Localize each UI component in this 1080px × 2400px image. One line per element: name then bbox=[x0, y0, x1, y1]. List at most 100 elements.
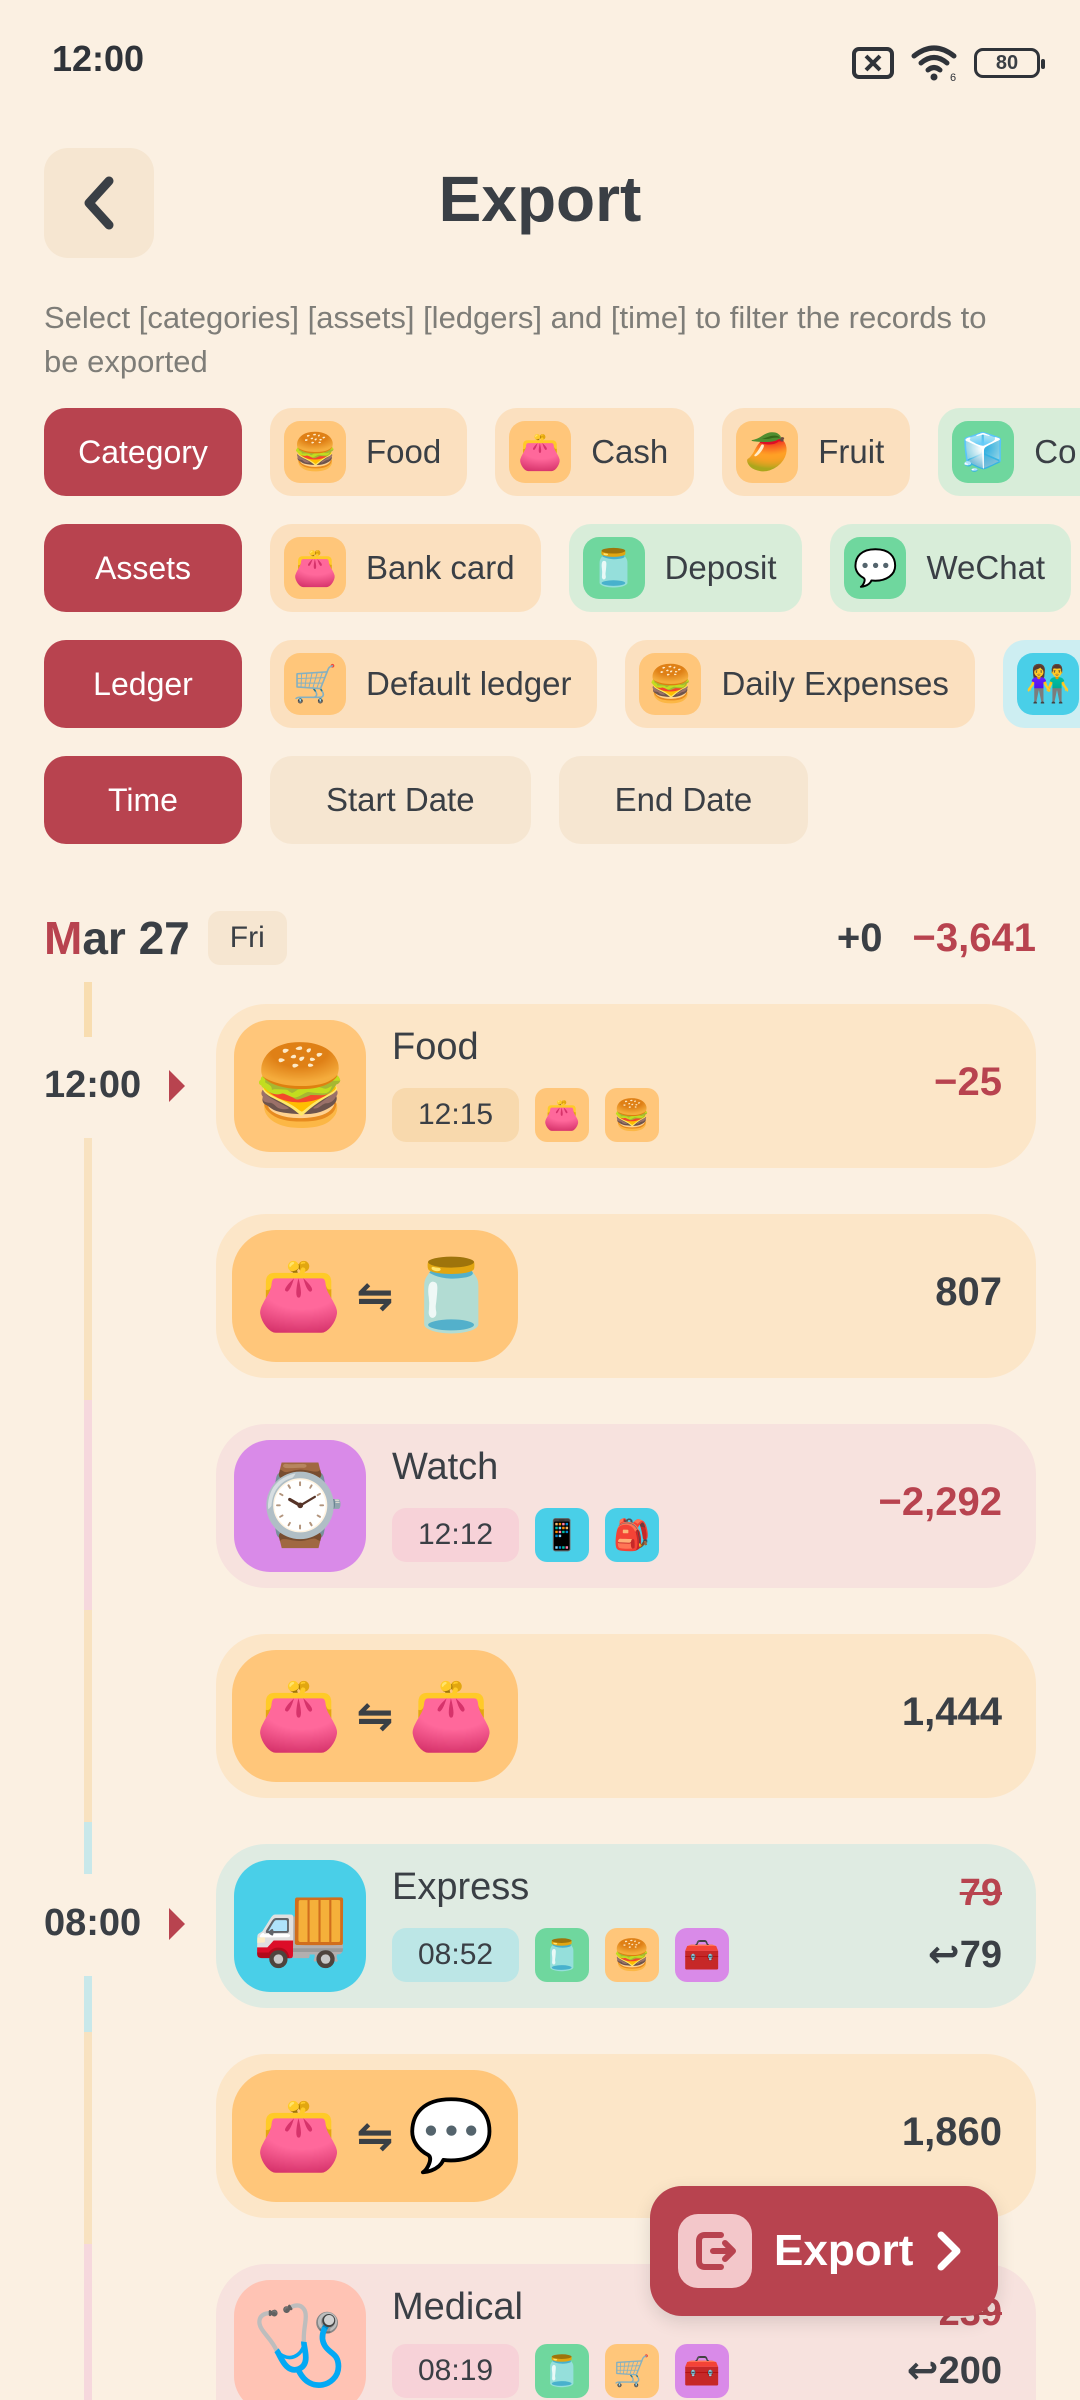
swap-arrows-icon: ⇋ bbox=[356, 2111, 394, 2161]
record-amount: 1,860 bbox=[901, 2110, 1002, 2154]
record-time: 08:19 bbox=[392, 2344, 520, 2398]
transfer-record-card[interactable]: 👛 ⇋ 🫙 807 bbox=[216, 1214, 1036, 1378]
date-rest: ar 27 bbox=[82, 912, 190, 964]
end-date-button[interactable]: End Date bbox=[558, 756, 809, 844]
cash-wallet-icon: 👛 bbox=[255, 1676, 343, 1754]
record-card[interactable]: 🍔 Food 12:15 👛 🍔 −25 bbox=[216, 1004, 1036, 1168]
svg-text:6: 6 bbox=[950, 72, 956, 82]
chip-asset-wechat[interactable]: 💬 WeChat bbox=[830, 524, 1072, 612]
burger-icon: 🍔 bbox=[234, 1020, 366, 1152]
chip-category-partial[interactable]: 🧊 Co bbox=[938, 408, 1080, 496]
record-amount-refund: ↩79 bbox=[928, 1932, 1002, 1977]
time-filter-label[interactable]: Time bbox=[44, 756, 242, 844]
timeline-segment bbox=[84, 2032, 92, 2244]
toolbox-icon: 🧰 bbox=[675, 1928, 730, 1982]
page-title: Export bbox=[438, 163, 642, 235]
stethoscope-heart-icon: 🩺 bbox=[234, 2280, 366, 2400]
weekday-badge: Fri bbox=[207, 911, 287, 965]
battery-indicator: 80 bbox=[974, 48, 1045, 78]
money-jar-icon: 🫙 bbox=[535, 1928, 590, 1982]
assets-filter-label[interactable]: Assets bbox=[44, 524, 242, 612]
status-icons: 6 80 bbox=[852, 44, 1045, 82]
wallet-icon: 👛 bbox=[535, 1088, 590, 1142]
export-button[interactable]: Export bbox=[650, 2186, 998, 2316]
record-card[interactable]: ⌚ Watch 12:12 📱 🎒 −2,292 bbox=[216, 1424, 1036, 1588]
chip-category-cash[interactable]: 👛 Cash bbox=[495, 408, 695, 496]
chip-asset-deposit[interactable]: 🫙 Deposit bbox=[568, 524, 803, 612]
category-filter-row: Category 🍔 Food 👛 Cash 🥭 Fruit 🧊 Co bbox=[44, 408, 1080, 496]
refund-icon: ↩ bbox=[927, 1934, 960, 1976]
chip-ledger-daily-expenses[interactable]: 🍔 Daily Expenses bbox=[625, 640, 975, 728]
chip-asset-bank-card[interactable]: 👛 Bank card bbox=[270, 524, 541, 612]
chip-ledger-partial[interactable]: 👫 bbox=[1002, 640, 1080, 728]
wallet-card-icon: 👛 bbox=[407, 1676, 495, 1754]
record-amount: 807 bbox=[935, 1270, 1002, 1314]
toolbox-icon: 🧰 bbox=[675, 2344, 730, 2398]
ledger-filter-row: Ledger 🛒 Default ledger 🍔 Daily Expenses… bbox=[44, 640, 1080, 728]
wallet-card-icon: 👛 bbox=[255, 1256, 343, 1334]
day-date: Mar 27 bbox=[44, 911, 190, 965]
record-time: 12:12 bbox=[392, 1508, 520, 1562]
category-filter-label[interactable]: Category bbox=[44, 408, 242, 496]
burger-icon: 🍔 bbox=[639, 653, 702, 715]
record-meta: 12:12 📱 🎒 bbox=[392, 1508, 660, 1562]
record-title: Watch bbox=[392, 1446, 499, 1488]
mango-icon: 🥭 bbox=[736, 421, 799, 483]
time-filter-row: Time Start Date End Date bbox=[44, 756, 809, 844]
swap-arrows-icon: ⇋ bbox=[356, 1691, 394, 1741]
chevron-right-icon bbox=[937, 2231, 961, 2271]
chip-label: Fruit bbox=[818, 433, 885, 470]
transfer-pill: 👛 ⇋ 💬 bbox=[232, 2070, 518, 2202]
chip-label: Food bbox=[366, 433, 442, 470]
transfer-pill: 👛 ⇋ 👛 bbox=[232, 1650, 518, 1782]
record-card[interactable]: 🚚 Express 08:52 🫙 🍔 🧰 79 ↩79 bbox=[216, 1844, 1036, 2008]
transfer-pill: 👛 ⇋ 🫙 bbox=[232, 1230, 518, 1362]
record-time: 12:15 bbox=[392, 1088, 520, 1142]
burger-icon: 🍔 bbox=[605, 1928, 660, 1982]
burger-icon: 🍔 bbox=[605, 1088, 660, 1142]
wechat-icon: 💬 bbox=[844, 537, 907, 599]
assets-filter-row: Assets 👛 Bank card 🫙 Deposit 💬 WeChat bbox=[44, 524, 1072, 612]
timeline-segment bbox=[84, 1610, 92, 1822]
status-time: 12:00 bbox=[52, 38, 145, 79]
shopping-cart-icon: 🛒 bbox=[284, 653, 346, 715]
people-icon: 👫 bbox=[1016, 653, 1079, 715]
chip-ledger-default[interactable]: 🛒 Default ledger bbox=[270, 640, 598, 728]
export-button-label: Export bbox=[774, 2226, 914, 2275]
phone-money-icon: 📱 bbox=[535, 1508, 590, 1562]
chip-label: Co bbox=[1034, 433, 1077, 470]
delivery-person-icon: 🚚 bbox=[234, 1860, 366, 1992]
status-bar: 12:00 6 80 bbox=[0, 0, 1080, 120]
time-group-label: 12:00 bbox=[44, 1064, 186, 1107]
timeline-segment bbox=[84, 1138, 92, 1400]
timeline-segment bbox=[84, 1400, 92, 1610]
record-amount-refund: ↩200 bbox=[907, 2348, 1002, 2393]
day-totals: +0 −3,641 bbox=[837, 916, 1036, 961]
record-title: Food bbox=[392, 1026, 479, 1068]
record-amount: −2,292 bbox=[878, 1480, 1002, 1524]
record-meta: 12:15 👛 🍔 bbox=[392, 1088, 660, 1142]
burger-icon: 🍔 bbox=[284, 421, 346, 483]
timeline-marker-icon bbox=[169, 1907, 186, 1940]
chip-label: Cash bbox=[591, 433, 669, 470]
chip-label: WeChat bbox=[926, 549, 1046, 586]
start-date-button[interactable]: Start Date bbox=[270, 756, 531, 844]
money-jar-icon: 🫙 bbox=[582, 537, 645, 599]
timeline-marker-icon bbox=[169, 1069, 186, 1102]
timeline-segment bbox=[84, 1822, 92, 1874]
appliance-icon: 🧊 bbox=[952, 421, 1015, 483]
wallet-card-icon: 👛 bbox=[284, 537, 346, 599]
chip-label: Deposit bbox=[664, 549, 777, 586]
refund-value: 200 bbox=[938, 2350, 1002, 2392]
smartwatch-icon: ⌚ bbox=[234, 1440, 366, 1572]
refund-value: 79 bbox=[959, 1934, 1002, 1976]
chip-category-food[interactable]: 🍔 Food bbox=[270, 408, 468, 496]
filter-hint: Select [categories] [assets] [ledgers] a… bbox=[44, 300, 987, 379]
chip-category-fruit[interactable]: 🥭 Fruit bbox=[722, 408, 911, 496]
export-icon bbox=[678, 2214, 752, 2288]
date-first-letter: M bbox=[44, 912, 83, 964]
transfer-record-card[interactable]: 👛 ⇋ 👛 1,444 bbox=[216, 1634, 1036, 1798]
time-group-text: 12:00 bbox=[44, 1064, 142, 1106]
ledger-filter-label[interactable]: Ledger bbox=[44, 640, 242, 728]
record-amount: 1,444 bbox=[901, 1690, 1002, 1734]
